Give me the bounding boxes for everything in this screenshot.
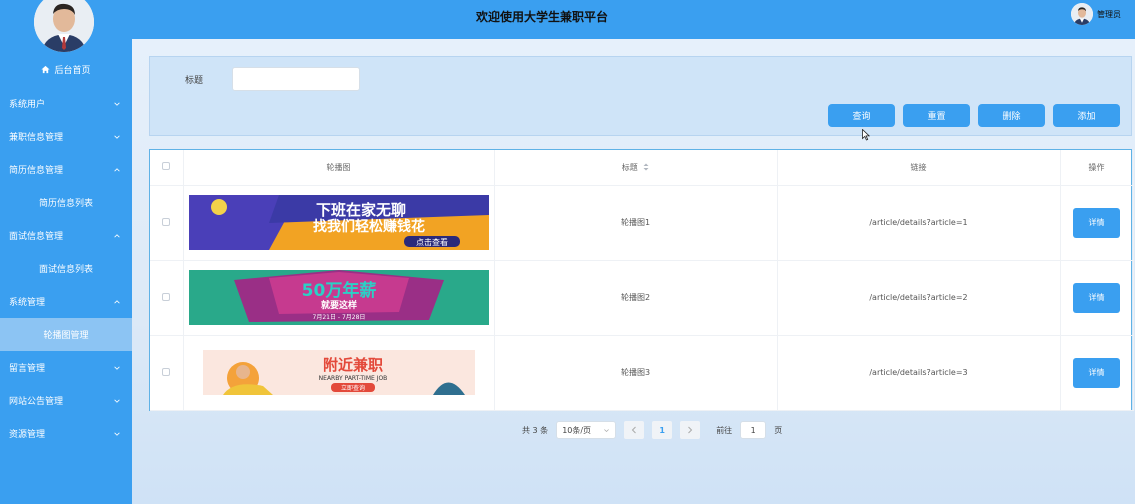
sidebar-item-resume[interactable]: 简历信息管理 [0, 153, 132, 186]
reset-button[interactable]: 重置 [903, 104, 970, 127]
banner-text: 就要这样 [320, 299, 356, 311]
pagination: 共 3 条 10条/页 1 前往 1 页 [522, 421, 782, 439]
sidebar-item-label: 兼职信息管理 [9, 133, 64, 143]
query-button[interactable]: 查询 [828, 104, 895, 127]
chevron-right-icon [688, 426, 693, 434]
sidebar-item-label: 简历信息管理 [9, 166, 64, 176]
sidebar-item-label: 网站公告管理 [9, 397, 64, 407]
page-number-current[interactable]: 1 [652, 421, 673, 439]
sidebar-item-system[interactable]: 系统管理 [0, 285, 132, 318]
select-all-checkbox[interactable] [162, 162, 171, 171]
column-header-image: 轮播图 [183, 150, 495, 186]
sidebar-subitem-label: 简历信息列表 [38, 199, 93, 209]
select-all-cell[interactable] [150, 150, 184, 186]
sort-icon[interactable] [643, 163, 649, 171]
table-row: 下班在家无聊 找我们轻松赚钱花 点击查看 轮播图1 /article/detai… [150, 185, 1134, 261]
mouse-cursor-icon [862, 129, 870, 141]
goto-page-input[interactable]: 1 [740, 421, 767, 439]
banner-text: NEARBY PART-TIME JOB [318, 375, 387, 382]
chevron-down-icon [114, 432, 120, 436]
sidebar-subitem-carousel[interactable]: 轮播图管理 [0, 318, 132, 351]
top-header: 欢迎使用大学生兼职平台 管理员 [132, 0, 1135, 39]
chevron-up-icon [114, 233, 120, 237]
sidebar-item-label: 资源管理 [9, 430, 46, 440]
row-title: 轮播图3 [494, 335, 778, 411]
chevron-down-icon [114, 399, 120, 403]
sidebar-item-system-users[interactable]: 系统用户 [0, 87, 132, 120]
chevron-up-icon [114, 167, 120, 171]
row-checkbox[interactable] [162, 217, 171, 226]
table-row: 附近兼职 NEARBY PART-TIME JOB 立即查询 轮播图3 /art… [150, 335, 1134, 411]
detail-button[interactable]: 详情 [1073, 207, 1120, 238]
sidebar-item-label: 留言管理 [9, 364, 46, 374]
avatar [34, 0, 94, 52]
sidebar-subitem-label: 轮播图管理 [43, 331, 89, 341]
row-title: 轮播图2 [494, 260, 778, 336]
row-checkbox[interactable] [162, 292, 171, 301]
user-name: 管理员 [1097, 9, 1121, 19]
column-header-title[interactable]: 标题 [494, 150, 778, 186]
sidebar-item-announcements[interactable]: 网站公告管理 [0, 384, 132, 417]
chevron-left-icon [631, 426, 637, 434]
sidebar-item-messages[interactable]: 留言管理 [0, 351, 132, 384]
user-avatar [1071, 3, 1093, 25]
total-count: 共 3 条 [522, 425, 549, 435]
banner-text: 点击查看 [416, 237, 448, 247]
add-button[interactable]: 添加 [1053, 104, 1120, 127]
banner-text: 找我们轻松赚钱花 [313, 218, 425, 235]
sidebar-menu: 系统用户 兼职信息管理 简历信息管理 简历信息列表 面试信息管理 面试信息列表 … [0, 87, 132, 450]
sidebar-subitem-resume-list[interactable]: 简历信息列表 [0, 186, 132, 219]
detail-button[interactable]: 详情 [1073, 282, 1120, 313]
goto-label: 前往 [716, 425, 733, 435]
sidebar-item-label: 系统管理 [9, 298, 46, 308]
sidebar-subitem-interview-list[interactable]: 面试信息列表 [0, 252, 132, 285]
home-icon [41, 65, 51, 73]
page-title: 欢迎使用大学生兼职平台 [475, 10, 608, 24]
sidebar-item-label: 面试信息管理 [9, 232, 64, 242]
sidebar-subitem-label: 面试信息列表 [38, 265, 93, 275]
search-title-label: 标题 [185, 76, 204, 86]
search-title-input[interactable] [232, 67, 360, 91]
table-row: 50万年薪 就要这样 7月21日 - 7月28日 轮播图2 /article/d… [150, 260, 1134, 336]
page-size-select[interactable]: 10条/页 [556, 421, 617, 439]
sidebar-home-link[interactable]: 后台首页 [0, 62, 132, 76]
prev-page-button[interactable] [624, 421, 645, 439]
column-header-action: 操作 [1060, 150, 1134, 186]
next-page-button[interactable] [680, 421, 701, 439]
row-link: /article/details?article=1 [777, 185, 1061, 261]
delete-button[interactable]: 删除 [978, 104, 1045, 127]
sidebar-item-parttime[interactable]: 兼职信息管理 [0, 120, 132, 153]
search-panel: 标题 查询 重置 删除 添加 [149, 56, 1132, 136]
banner-image: 附近兼职 NEARBY PART-TIME JOB 立即查询 [202, 350, 475, 395]
chevron-down-icon [114, 366, 120, 370]
column-header-link: 链接 [777, 150, 1061, 186]
user-menu[interactable]: 管理员 [1071, 3, 1121, 25]
sidebar: 后台首页 系统用户 兼职信息管理 简历信息管理 简历信息列表 面试信息管理 面试… [0, 0, 132, 504]
chevron-down-icon [114, 135, 120, 139]
banner-text: 立即查询 [340, 384, 364, 392]
banner-text: 50万年薪 [301, 280, 376, 301]
row-link: /article/details?article=3 [777, 335, 1061, 411]
sidebar-item-interview[interactable]: 面试信息管理 [0, 219, 132, 252]
carousel-table: 轮播图 标题 链接 操作 下班在家无聊 找我们轻松赚钱花 点击查看 轮播图1 /… [149, 149, 1134, 411]
page-size-value: 10条/页 [562, 425, 592, 435]
chevron-down-icon [604, 428, 610, 432]
row-checkbox[interactable] [162, 367, 171, 376]
banner-text: 7月21日 - 7月28日 [312, 314, 365, 321]
column-header-title-label: 标题 [621, 162, 638, 172]
goto-suffix: 页 [774, 425, 783, 435]
sidebar-item-label: 系统用户 [9, 100, 46, 110]
detail-button[interactable]: 详情 [1073, 357, 1120, 388]
banner-image: 50万年薪 就要这样 7月21日 - 7月28日 [188, 270, 489, 325]
banner-text: 附近兼职 [322, 356, 382, 374]
banner-image: 下班在家无聊 找我们轻松赚钱花 点击查看 [188, 195, 489, 250]
banner-text: 下班在家无聊 [315, 201, 405, 219]
sidebar-item-resources[interactable]: 资源管理 [0, 417, 132, 450]
chevron-down-icon [114, 102, 120, 106]
chevron-up-icon [114, 299, 120, 303]
sidebar-home-label: 后台首页 [54, 65, 91, 76]
table-header-row: 轮播图 标题 链接 操作 [150, 150, 1134, 186]
row-link: /article/details?article=2 [777, 260, 1061, 336]
row-title: 轮播图1 [494, 185, 778, 261]
